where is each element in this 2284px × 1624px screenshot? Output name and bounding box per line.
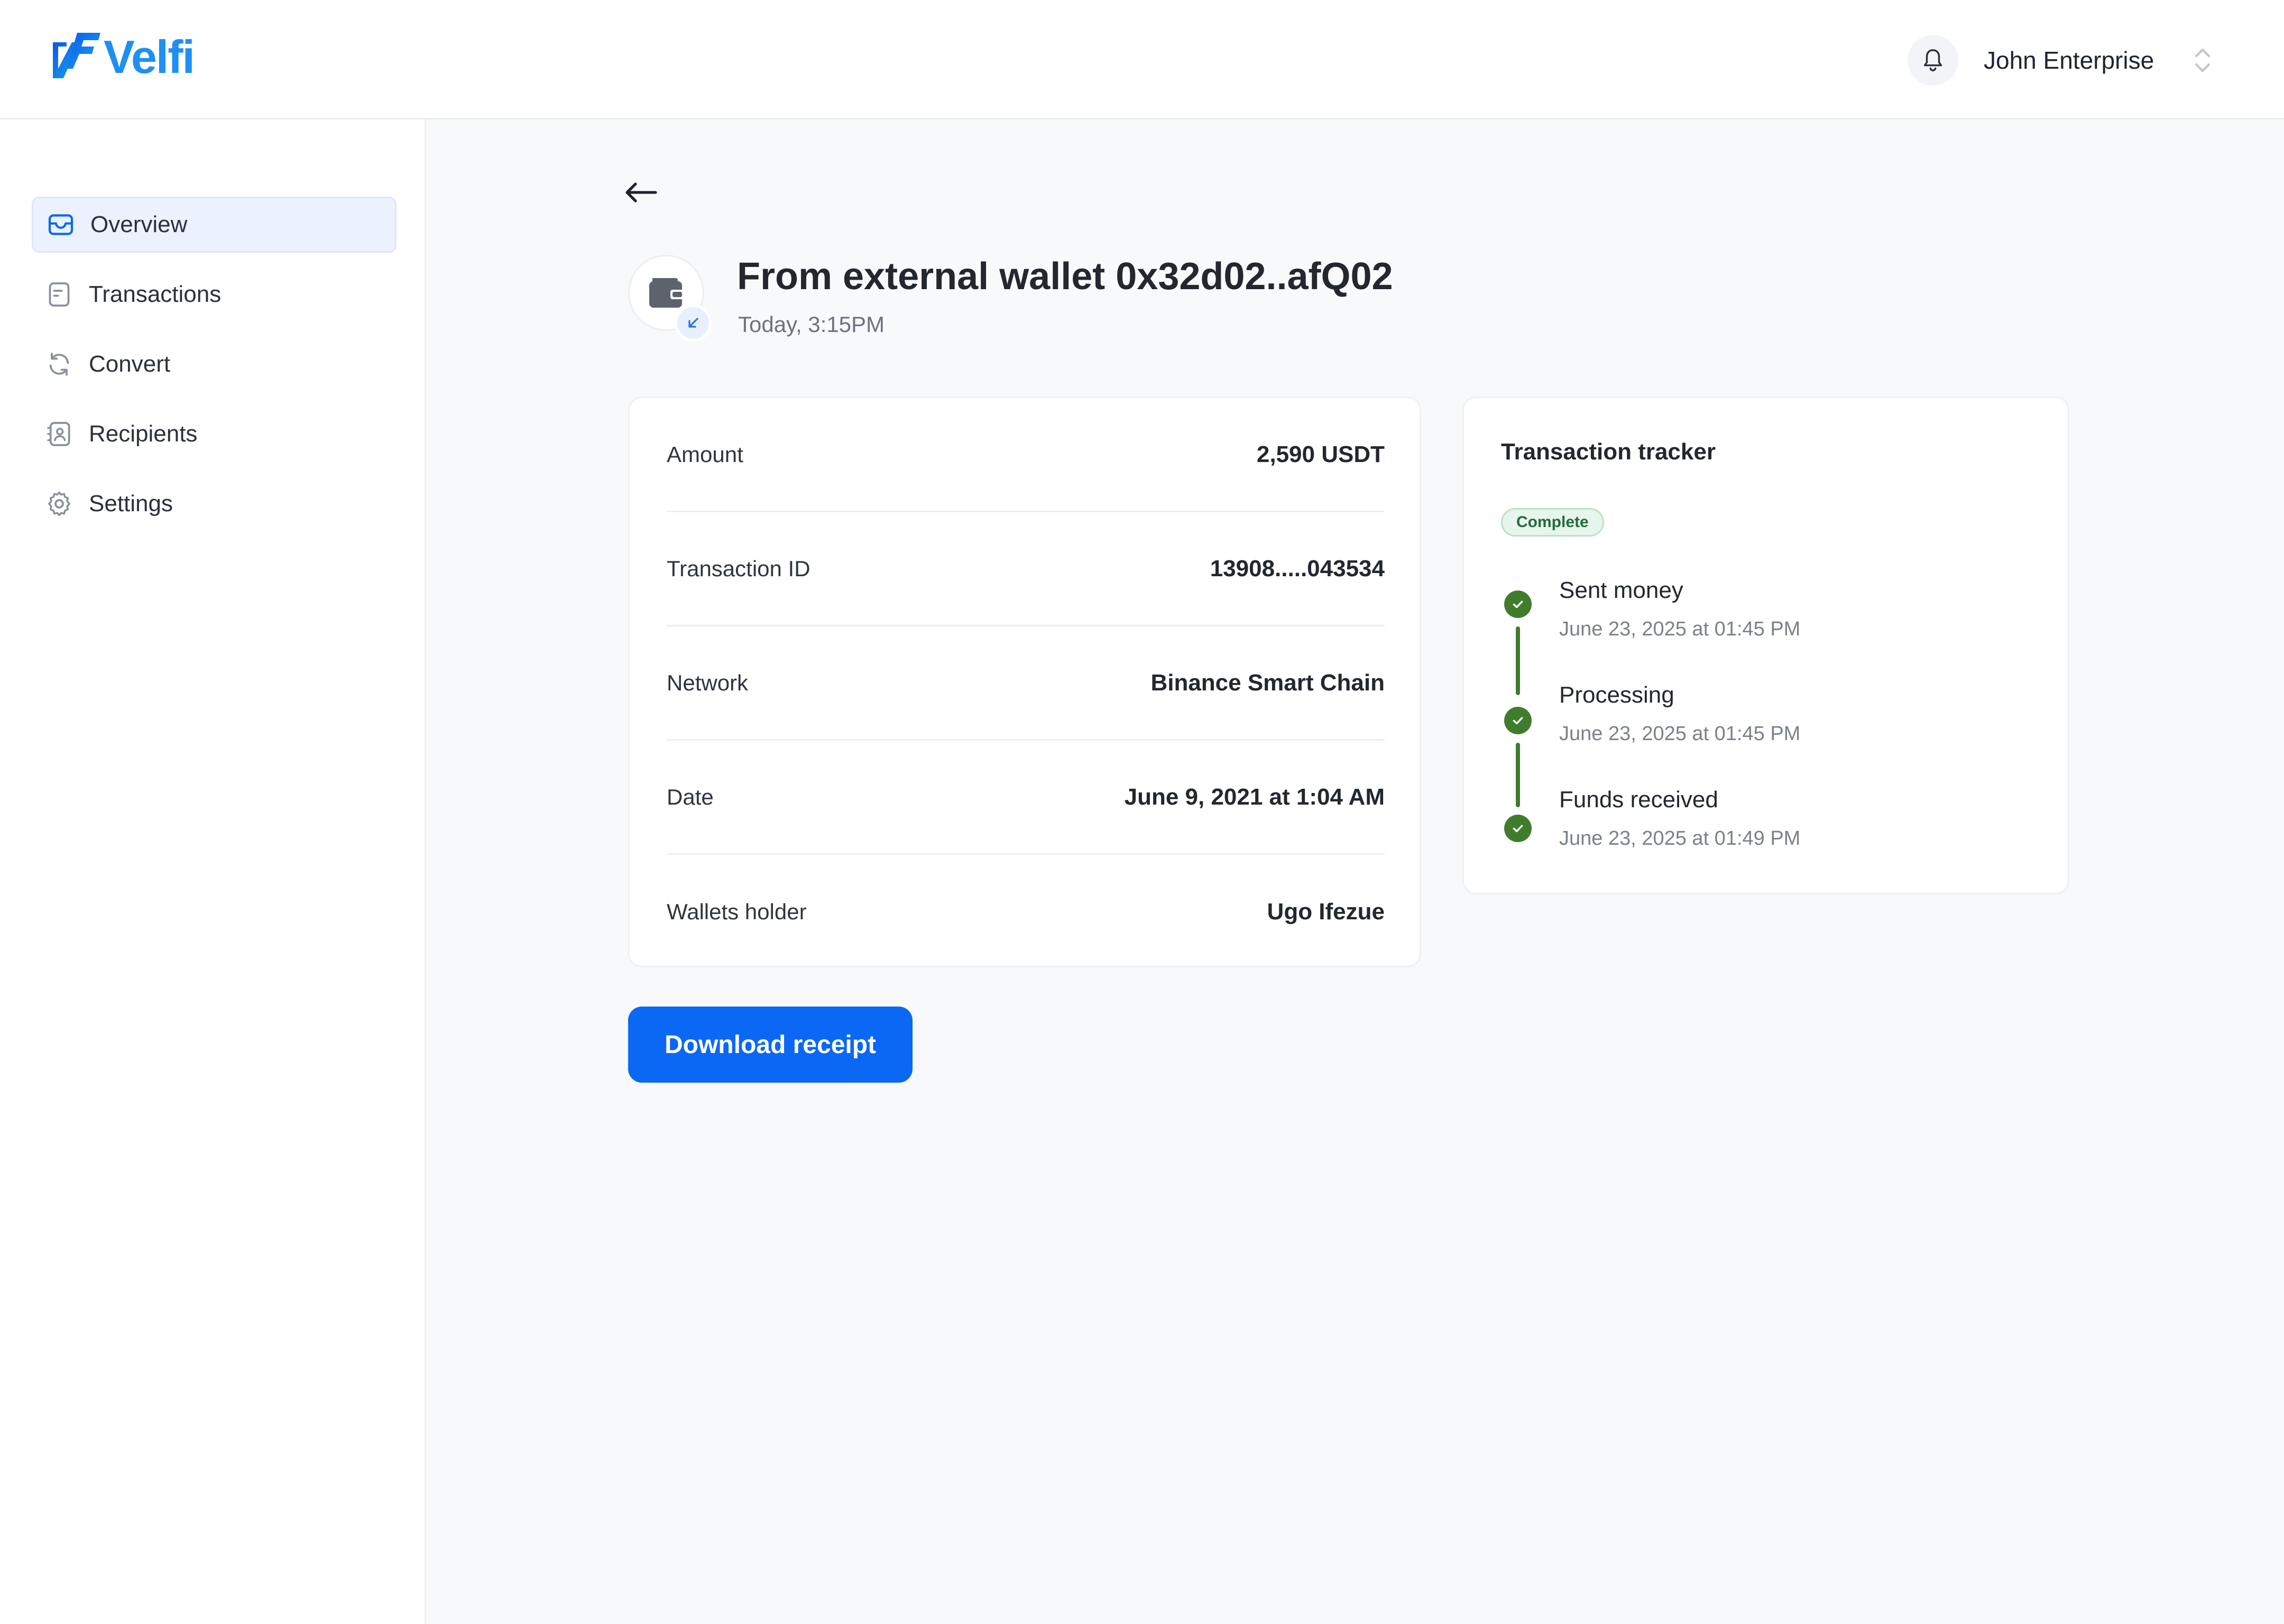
detail-value: 13908.....043534 [1210,555,1385,582]
detail-value: Binance Smart Chain [1150,669,1385,696]
transaction-time: Today, 3:15PM [738,312,885,337]
chevron-updown-icon[interactable] [2193,45,2212,75]
inbox-icon [46,210,76,239]
sidebar-item-transactions[interactable]: Transactions [32,266,397,322]
arrow-down-left-icon [688,318,698,328]
bell-icon [1923,49,1942,71]
detail-row-transaction-id: Transaction ID 13908.....043534 [667,512,1385,626]
detail-value: 2,590 USDT [1256,441,1385,467]
page-title: From external wallet 0x32d02..afQ02 [737,255,1393,298]
detail-label: Transaction ID [667,556,811,581]
detail-label: Date [667,784,714,809]
sidebar-item-label: Settings [89,491,173,516]
arrow-left-icon[interactable] [624,181,658,204]
sidebar-item-label: Overview [90,211,188,237]
check-icon [1504,815,1532,842]
sidebar-item-convert[interactable]: Convert [32,336,397,392]
velfi-logo-icon [53,33,100,78]
top-header: Velfi John Enterprise [0,0,2284,119]
tracker-step-title: Processing [1559,682,1674,708]
gear-icon [44,489,74,519]
contact-icon [44,419,74,449]
detail-value: Ugo Ifezue [1267,899,1385,925]
detail-row-date: Date June 9, 2021 at 1:04 AM [667,741,1385,855]
tracker-connector [1516,743,1520,807]
tracker-step-time: June 23, 2025 at 01:49 PM [1559,827,1801,850]
incoming-badge [675,304,712,342]
download-receipt-button[interactable]: Download receipt [628,1007,913,1083]
brand-logo[interactable]: Velfi [51,31,195,84]
detail-row-network: Network Binance Smart Chain [667,626,1385,741]
tracker-title: Transaction tracker [1501,439,1716,465]
sidebar-item-settings[interactable]: Settings [32,476,397,532]
status-badge: Complete [1501,508,1604,537]
notifications-button[interactable] [1908,35,1958,86]
document-icon [44,280,74,309]
sidebar: Overview Transactions Convert Recipients… [0,119,426,1624]
detail-row-amount: Amount 2,590 USDT [667,398,1385,512]
detail-label: Network [667,670,749,695]
tracker-step-time: June 23, 2025 at 01:45 PM [1559,723,1801,745]
detail-value: June 9, 2021 at 1:04 AM [1124,783,1385,810]
refresh-icon [44,349,74,379]
tracker-step-title: Sent money [1559,577,1683,603]
detail-label: Amount [667,441,743,467]
brand-name: Velfi [104,31,195,83]
tracker-step-time: June 23, 2025 at 01:45 PM [1559,618,1801,640]
wallet-icon [649,278,684,308]
check-icon [1504,707,1532,734]
sidebar-item-label: Convert [89,351,171,377]
detail-label: Wallets holder [667,899,807,924]
sidebar-item-recipients[interactable]: Recipients [32,406,397,462]
transaction-details-card: Amount 2,590 USDT Transaction ID 13908..… [628,396,1421,967]
sidebar-item-label: Transactions [89,281,222,307]
sidebar-item-overview[interactable]: Overview [32,197,397,253]
tracker-connector [1516,626,1520,695]
tracker-step-title: Funds received [1559,787,1718,813]
detail-row-wallet-holder: Wallets holder Ugo Ifezue [667,855,1385,969]
transaction-tracker-card: Transaction tracker Complete Sent money … [1462,396,2069,894]
check-icon [1504,590,1532,618]
sidebar-item-label: Recipients [89,421,198,447]
account-name[interactable]: John Enterprise [1984,45,2154,75]
